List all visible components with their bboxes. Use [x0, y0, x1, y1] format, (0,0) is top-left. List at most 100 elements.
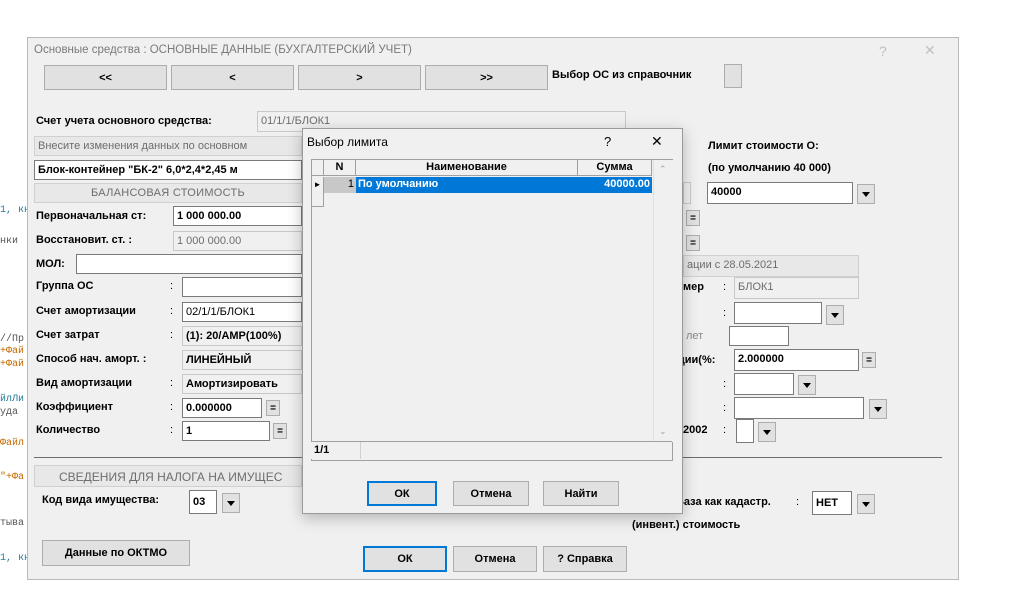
limit-close-button[interactable]: ✕ [651, 133, 663, 150]
colon: : [723, 307, 727, 319]
limit-ok-button[interactable]: ОК [367, 481, 437, 506]
initial-cost-field[interactable]: 1 000 000.00 [173, 206, 302, 226]
mol-label: МОЛ: [36, 258, 65, 270]
years-label: лет [686, 330, 704, 342]
restore-cost-field[interactable]: 1 000 000.00 [173, 231, 302, 251]
qty-field[interactable]: 1 [182, 421, 270, 441]
select-from-ref-button[interactable] [724, 64, 742, 88]
column-header-n[interactable]: N [324, 160, 356, 176]
limit-label: Лимит стоимости О: [708, 140, 819, 152]
colon: : [723, 424, 727, 436]
scroll-up-icon[interactable]: ⌃ [659, 164, 667, 175]
property-code-field[interactable]: 03 [189, 490, 217, 514]
qty-calc-button[interactable]: = [273, 423, 287, 439]
row-header-empty [312, 193, 324, 207]
bg-code-line: 1, кн [0, 205, 31, 216]
ok-button[interactable]: ОК [363, 546, 447, 572]
combo3-field[interactable] [734, 397, 864, 419]
close-title-button[interactable]: ✕ [924, 42, 936, 59]
colon: : [170, 329, 174, 341]
nav-last-button[interactable]: >> [425, 65, 548, 90]
combo-field[interactable] [734, 302, 822, 324]
bg-code-line: +Фай [0, 359, 25, 370]
amort-type-field[interactable]: Амортизировать [182, 374, 302, 394]
combo-dropdown-button[interactable] [826, 305, 844, 325]
bg-code-line: уда [0, 407, 19, 418]
rate-label: ции(%: [678, 354, 716, 366]
changes-panel: Внесите изменения данных по основном [34, 136, 302, 156]
colon: : [723, 281, 727, 293]
coef-calc-button[interactable]: = [266, 400, 280, 416]
current-row-indicator-icon: ► [312, 177, 324, 193]
bg-code-line: +Фай [0, 346, 25, 357]
group-label: Группа ОС [36, 280, 94, 292]
tax-panel: СВЕДЕНИЯ ДЛЯ НАЛОГА НА ИМУЩЕС [34, 465, 302, 487]
combo2-dropdown-button[interactable] [798, 375, 816, 395]
grid-record-counter: 1/1 [311, 442, 361, 459]
limit-grid[interactable]: N Наименование Сумма ► 1 По умолчанию 40… [311, 159, 673, 461]
colon: : [170, 401, 174, 413]
cell-name[interactable]: По умолчанию [356, 177, 578, 193]
oktmo-button[interactable]: Данные по ОКТМО [42, 540, 190, 566]
select-from-ref-label: Выбор ОС из справочник [552, 69, 692, 81]
cost-account-field[interactable]: (1): 20/АМР(100%) [182, 326, 302, 346]
limit-find-button[interactable]: Найти [543, 481, 619, 506]
column-header-sum[interactable]: Сумма [578, 160, 652, 176]
initial-cost-label: Первоначальная ст: [36, 210, 147, 222]
limit-cancel-button[interactable]: Отмена [453, 481, 529, 506]
amort-type-label: Вид амортизации [36, 377, 133, 389]
combo2-field[interactable] [734, 373, 794, 395]
grid-scrollbar[interactable]: ⌃ ⌄ [653, 160, 673, 442]
cell-sum[interactable]: 40000.00 [578, 177, 652, 193]
group-field[interactable] [182, 277, 302, 297]
rate-field[interactable]: 2.000000 [734, 349, 859, 371]
amort-date-panel: ации с 28.05.2021 [683, 255, 859, 277]
calc-button[interactable]: = [686, 210, 700, 226]
cadastral-field[interactable]: НЕТ [812, 491, 852, 515]
row-header-column [312, 160, 324, 176]
limit-default-label: (по умолчанию 40 000) [708, 162, 831, 174]
cell-n[interactable]: 1 [324, 177, 356, 193]
cost-account-label: Счет затрат [36, 329, 100, 341]
amort-account-field[interactable]: 02/1/1/БЛОК1 [182, 302, 302, 322]
rate-calc-button[interactable]: = [862, 352, 876, 368]
mol-field[interactable] [76, 254, 302, 274]
calc-button[interactable]: = [686, 235, 700, 251]
year2002-field[interactable] [736, 419, 754, 443]
number-field[interactable]: БЛОК1 [734, 277, 859, 299]
combo3-dropdown-button[interactable] [869, 399, 887, 419]
colon: : [170, 424, 174, 436]
year2002-dropdown-button[interactable] [758, 422, 776, 442]
property-code-dropdown-button[interactable] [222, 493, 240, 513]
name-field[interactable]: Блок-контейнер "БК-2" 6,0*2,4*2,45 м [34, 160, 302, 180]
cancel-button[interactable]: Отмена [453, 546, 537, 572]
colon: : [723, 378, 727, 390]
bg-code-line: 1, кн [0, 553, 31, 564]
colon: : [723, 402, 727, 414]
nav-next-button[interactable]: > [298, 65, 421, 90]
dialog-title: Основные средства : ОСНОВНЫЕ ДАННЫЕ (БУХ… [34, 44, 412, 56]
limit-help-button[interactable]: ? [604, 134, 611, 149]
coef-label: Коэффициент [36, 401, 114, 413]
nav-first-button[interactable]: << [44, 65, 167, 90]
help-button[interactable]: ? Справка [543, 546, 627, 572]
limit-dialog-title: Выбор лимита [307, 135, 388, 149]
bg-code-line: //Пр [0, 334, 25, 345]
limit-field[interactable]: 40000 [707, 182, 853, 204]
method-field[interactable]: ЛИНЕЙНЫЙ [182, 350, 302, 370]
colon: : [796, 496, 800, 508]
years-field[interactable] [729, 326, 789, 346]
scroll-down-icon[interactable]: ⌄ [659, 426, 667, 437]
limit-dropdown-button[interactable] [857, 184, 875, 204]
column-header-name[interactable]: Наименование [356, 160, 578, 176]
colon: : [170, 305, 174, 317]
amort-account-label: Счет амортизации [36, 305, 136, 317]
hidden-field-edge [683, 182, 691, 204]
account-label: Счет учета основного средства: [36, 115, 212, 127]
cadastral-dropdown-button[interactable] [857, 494, 875, 514]
bg-code-line: нки [0, 236, 19, 247]
grid-status-bar: 1/1 [311, 441, 672, 459]
nav-prev-button[interactable]: < [171, 65, 294, 90]
coef-field[interactable]: 0.000000 [182, 398, 262, 418]
help-title-button[interactable]: ? [879, 43, 887, 59]
